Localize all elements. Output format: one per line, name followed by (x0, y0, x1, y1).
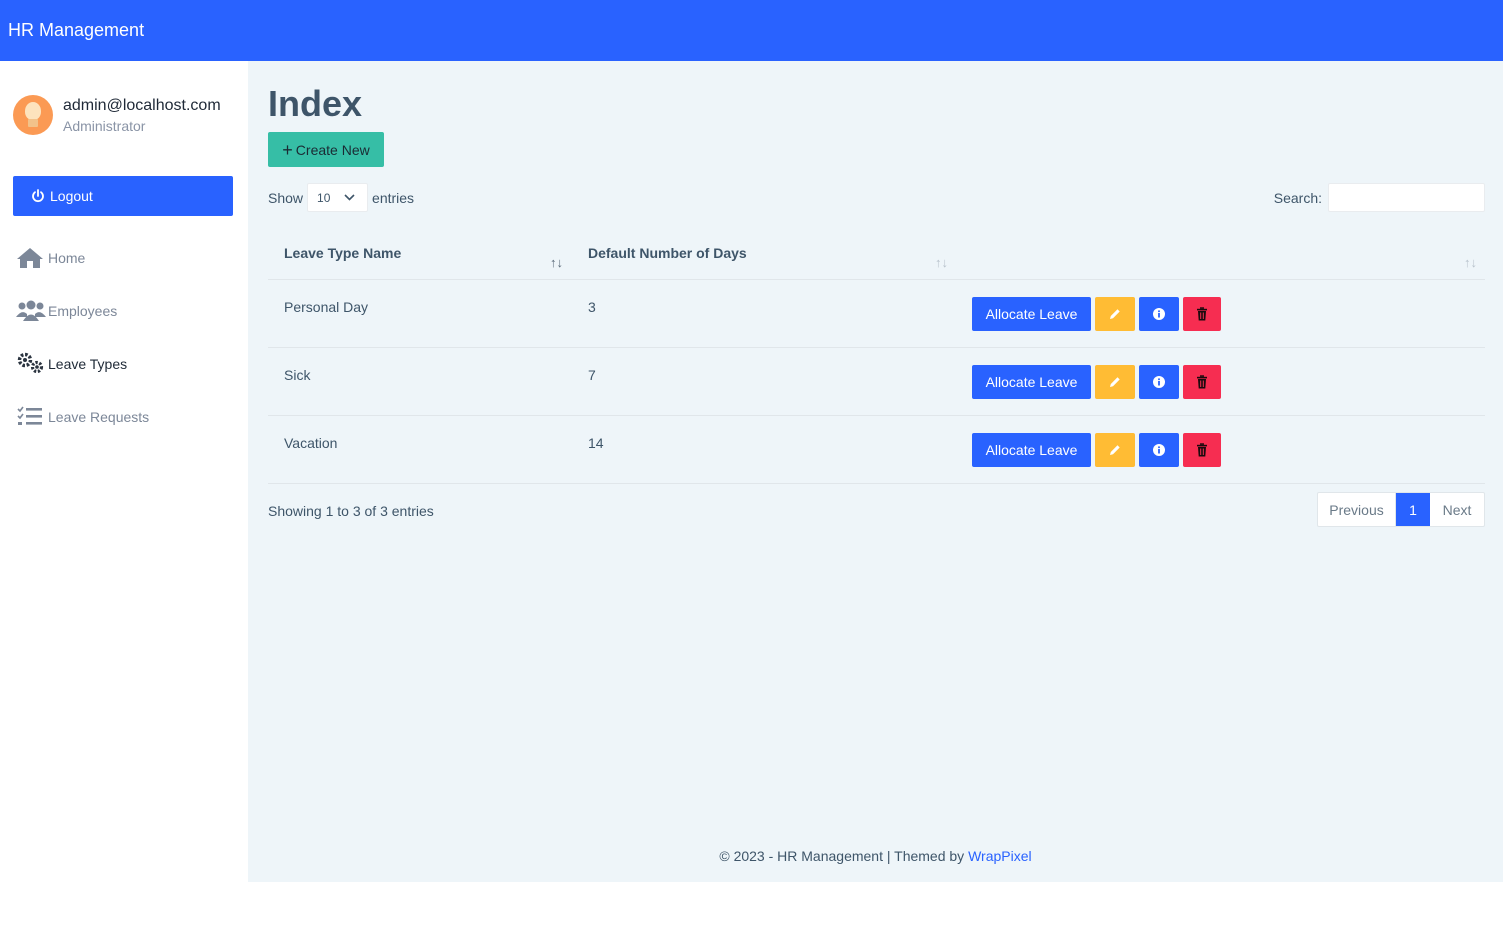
pencil-icon (1110, 309, 1120, 319)
edit-button[interactable] (1095, 365, 1135, 399)
table-row: Vacation 14 Allocate Leave (268, 416, 1485, 484)
create-new-label: Create New (295, 141, 370, 158)
sidebar-item-home[interactable]: Home (0, 231, 248, 284)
footer: © 2023 - HR Management | Themed by WrapP… (248, 848, 1503, 864)
user-profile: admin@localhost.com Administrator (13, 95, 223, 135)
default-days: 3 (588, 299, 596, 315)
leave-type-name: Sick (284, 367, 311, 383)
sidebar-item-label: Leave Requests (48, 408, 150, 425)
trash-icon (1197, 375, 1207, 389)
sort-icon[interactable]: ↑↓ (935, 255, 948, 270)
entries-label: entries (372, 189, 415, 206)
default-days: 7 (588, 367, 596, 383)
avatar (13, 95, 53, 135)
allocate-leave-button[interactable]: Allocate Leave (972, 365, 1091, 399)
info-icon (1153, 444, 1165, 456)
trash-icon (1197, 443, 1207, 457)
sidebar-item-leave-requests[interactable]: Leave Requests (0, 390, 248, 443)
top-navbar: HR Management (0, 0, 1503, 61)
show-label: Show (268, 189, 304, 206)
delete-button[interactable] (1183, 297, 1221, 331)
column-header-leave-type-name[interactable]: Leave Type Name (284, 245, 401, 261)
table-row: Personal Day 3 Allocate Leave (268, 280, 1485, 348)
user-role: Administrator (63, 117, 146, 134)
entries-length-control: Show 10 entries (268, 183, 414, 212)
cogs-icon (16, 352, 46, 376)
column-header-default-days[interactable]: Default Number of Days (588, 245, 747, 261)
logout-button[interactable]: Logout (13, 176, 233, 216)
sidebar-nav: Home Employees Leave Types Leave Request… (0, 231, 248, 443)
sidebar: admin@localhost.com Administrator Logout… (0, 61, 248, 946)
table-search: Search: (1274, 183, 1485, 212)
edit-button[interactable] (1095, 297, 1135, 331)
leave-type-name: Vacation (284, 435, 338, 451)
details-button[interactable] (1139, 297, 1179, 331)
footer-text: © 2023 - HR Management | Themed by (719, 848, 969, 864)
plus-icon: + (282, 139, 293, 160)
user-email: admin@localhost.com (63, 96, 221, 114)
row-actions: Allocate Leave (972, 365, 1225, 399)
entries-select[interactable]: 10 (307, 183, 369, 212)
pencil-icon (1110, 377, 1120, 387)
sort-icon[interactable]: ↑↓ (550, 255, 563, 270)
edit-button[interactable] (1095, 433, 1135, 467)
trash-icon (1197, 307, 1207, 321)
row-actions: Allocate Leave (972, 297, 1225, 331)
page-title: Index (268, 83, 363, 124)
tasks-icon (16, 405, 46, 429)
row-actions: Allocate Leave (972, 433, 1225, 467)
next-page-button[interactable]: Next (1430, 493, 1484, 526)
previous-page-button[interactable]: Previous (1318, 493, 1396, 526)
pencil-icon (1110, 445, 1120, 455)
create-new-button[interactable]: + Create New (268, 132, 384, 167)
wrappixel-link[interactable]: WrapPixel (968, 848, 1032, 864)
allocate-leave-button[interactable]: Allocate Leave (972, 433, 1091, 467)
page-1-button[interactable]: 1 (1396, 493, 1430, 526)
info-icon (1153, 308, 1165, 320)
table-header: Leave Type Name ↑↓ Default Number of Day… (268, 229, 1485, 280)
delete-button[interactable] (1183, 365, 1221, 399)
power-icon (32, 189, 44, 203)
brand-title[interactable]: HR Management (8, 20, 144, 41)
default-days: 14 (588, 435, 604, 451)
table-info: Showing 1 to 3 of 3 entries (268, 503, 434, 519)
details-button[interactable] (1139, 365, 1179, 399)
sidebar-item-employees[interactable]: Employees (0, 284, 248, 337)
sidebar-item-leave-types[interactable]: Leave Types (0, 337, 248, 390)
sidebar-item-label: Employees (48, 302, 118, 319)
logout-label: Logout (50, 188, 93, 204)
home-icon (16, 246, 46, 270)
users-icon (16, 299, 46, 323)
table-row: Sick 7 Allocate Leave (268, 348, 1485, 416)
info-icon (1153, 376, 1165, 388)
search-label: Search: (1273, 189, 1322, 206)
leave-type-name: Personal Day (284, 299, 369, 315)
search-input[interactable] (1328, 183, 1485, 212)
sort-icon[interactable]: ↑↓ (1464, 255, 1477, 270)
sidebar-item-label: Home (48, 249, 86, 266)
leave-types-table: Leave Type Name ↑↓ Default Number of Day… (268, 229, 1485, 484)
chevron-down-icon (344, 194, 355, 201)
entries-select-value: 10 (317, 190, 331, 205)
delete-button[interactable] (1183, 433, 1221, 467)
details-button[interactable] (1139, 433, 1179, 467)
sidebar-item-label: Leave Types (48, 355, 128, 372)
allocate-leave-button[interactable]: Allocate Leave (972, 297, 1091, 331)
pagination: Previous 1 Next (1317, 492, 1485, 527)
main-content: Index + Create New Show 10 entries Searc… (248, 61, 1503, 882)
